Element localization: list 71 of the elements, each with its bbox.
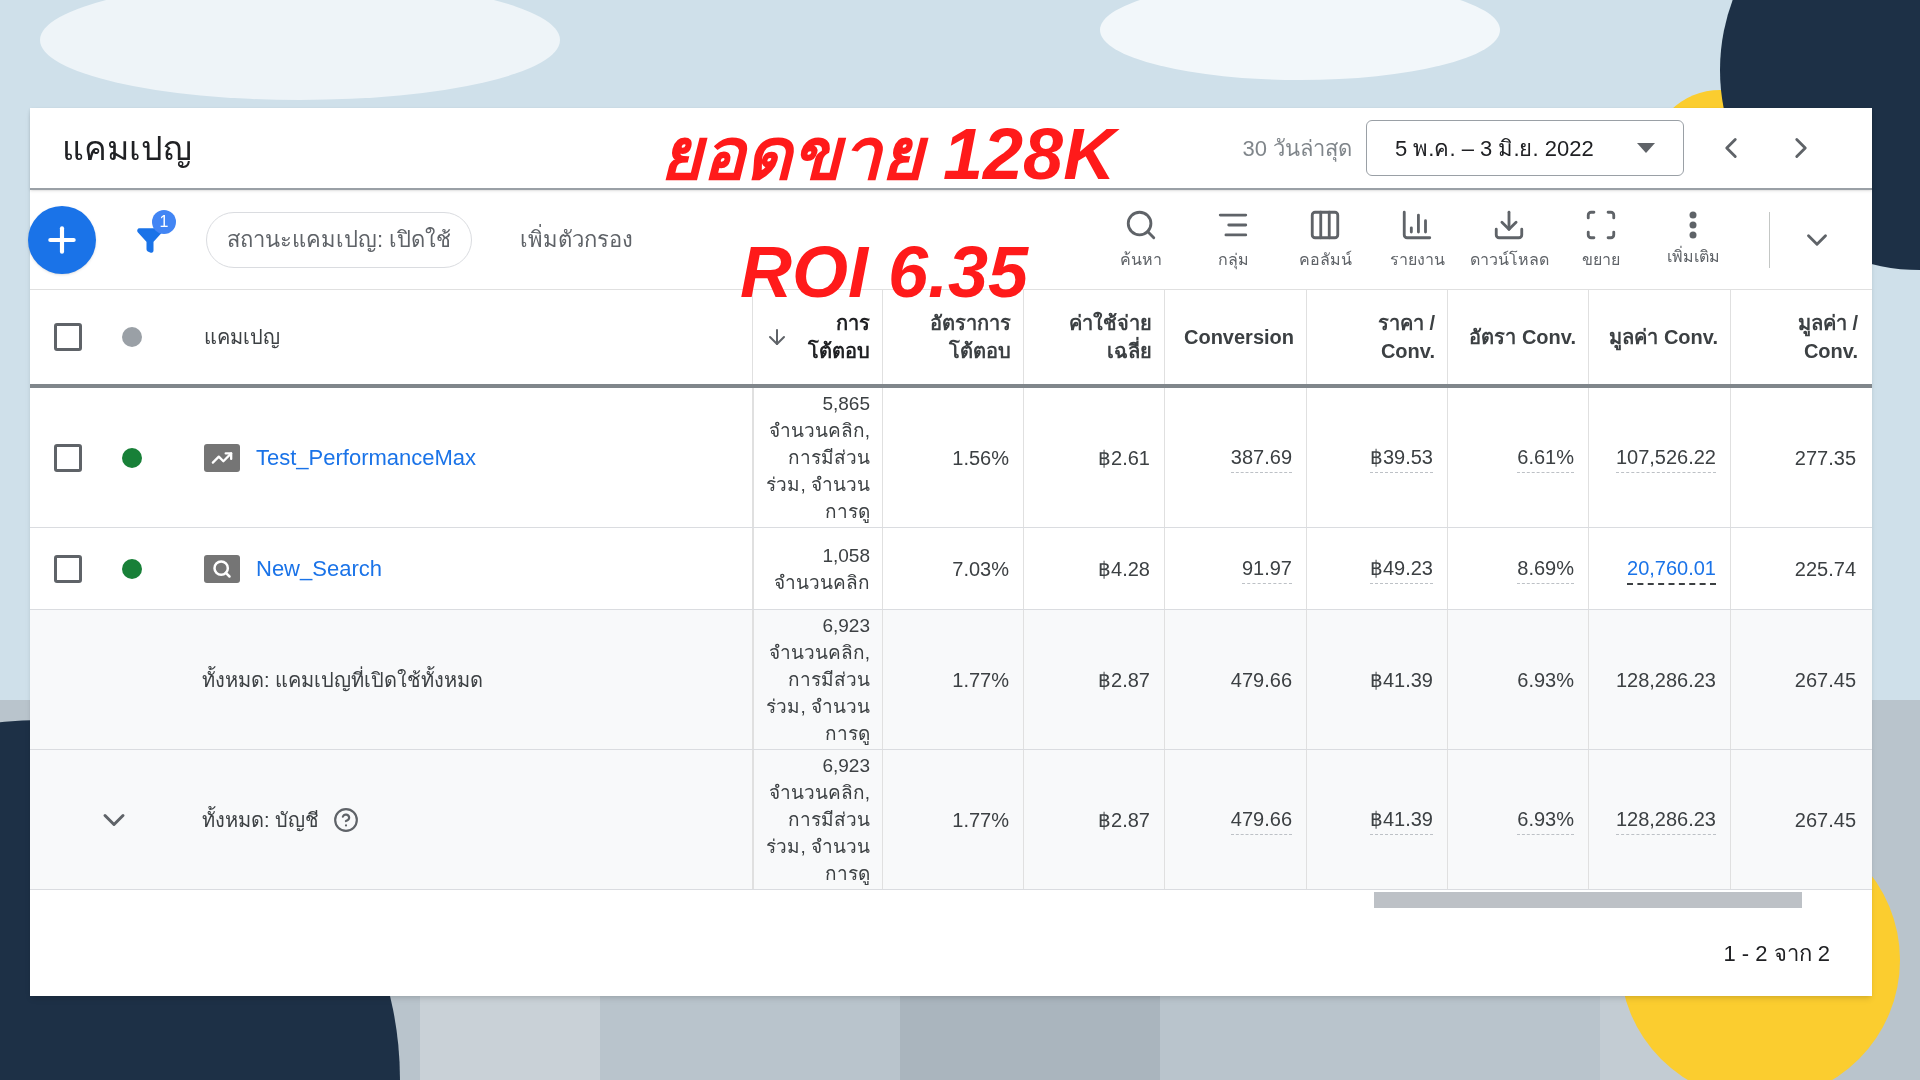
toolbar-button[interactable]: กลุ่ม — [1187, 207, 1279, 272]
column-header[interactable]: มูลค่า Conv. — [1609, 323, 1718, 351]
total-label: ทั้งหมด: บัญชี — [202, 805, 320, 834]
table-cell-text: 267.45 — [1794, 807, 1856, 833]
table-cell: 91.97 — [1241, 553, 1292, 584]
date-range-picker[interactable]: 5 พ.ค. – 3 มิ.ย. 2022 — [1366, 120, 1684, 176]
campaign-link[interactable]: Test_PerformanceMax — [256, 441, 477, 474]
date-range-label: 30 วันล่าสุด — [1242, 134, 1352, 164]
toolbar-button[interactable]: ขยาย — [1555, 207, 1647, 272]
table-cell-text: 1.56% — [952, 445, 1009, 471]
toolbar-button[interactable]: คอลัมน์ — [1279, 207, 1371, 272]
table-cell: 107,526.22 — [1615, 442, 1716, 473]
table-cell-text: 1.77% — [952, 667, 1009, 693]
table-cell: 8.69% — [1517, 553, 1574, 584]
campaign-link[interactable]: New_Search — [256, 552, 382, 585]
more-icon — [1689, 210, 1697, 239]
table-cell: 387.69 — [1230, 442, 1292, 473]
table-cell-text: ฿4.28 — [1098, 556, 1150, 582]
table-cell-text: 479.66 — [1230, 667, 1292, 693]
interaction-types: จำนวนคลิก, การมีส่วนร่วม, จำนวนการดู — [766, 781, 870, 887]
toolbar-button[interactable]: ดาวน์โหลด — [1463, 207, 1555, 272]
interactions-cell-text: 6,923 — [822, 614, 870, 638]
table-cell: 6.93% — [1517, 804, 1574, 835]
table-cell-text: ฿2.87 — [1098, 667, 1150, 693]
add-button[interactable] — [28, 205, 96, 274]
column-header[interactable]: การ โต้ตอบ — [797, 309, 870, 365]
checkbox[interactable] — [54, 554, 82, 583]
table-cell: 479.66 — [1230, 804, 1292, 835]
value-link[interactable]: 20,760.01 — [1627, 552, 1716, 585]
column-header[interactable]: อัตรา Conv. — [1469, 323, 1576, 351]
column-header[interactable]: ค่าใช้จ่าย เฉลี่ย — [1036, 309, 1152, 365]
toolbar-button[interactable]: เพิ่มเติม — [1647, 210, 1739, 269]
table-cell-text: 225.74 — [1794, 556, 1856, 582]
table-cell: 128,286.23 — [1615, 804, 1716, 835]
table-cell-text: ฿2.61 — [1098, 445, 1150, 471]
table-cell: ฿49.23 — [1369, 553, 1433, 584]
filter-count-badge: 1 — [152, 209, 176, 234]
interaction-types: จำนวนคลิก — [774, 570, 870, 595]
interactions-cell-text: 5,865 — [822, 392, 870, 416]
checkbox[interactable] — [54, 323, 82, 351]
table-cell-text: 128,286.23 — [1615, 667, 1716, 693]
checkbox[interactable] — [54, 443, 82, 472]
page-title: แคมเปญ — [62, 127, 192, 170]
table-cell: 6.61% — [1517, 442, 1574, 473]
help-icon[interactable] — [333, 806, 360, 833]
interaction-types: จำนวนคลิก, การมีส่วนร่วม, จำนวนการดู — [766, 419, 870, 525]
column-header[interactable]: ราคา / Conv. — [1319, 309, 1435, 365]
total-label: ทั้งหมด: แคมเปญที่เปิดใช้ทั้งหมด — [202, 665, 484, 694]
column-header[interactable]: แคมเปญ — [204, 322, 280, 352]
roi-annotation: ROI 6.35 — [740, 236, 1029, 308]
table-cell-text: 1.77% — [952, 807, 1009, 833]
interaction-types: จำนวนคลิก, การมีส่วนร่วม, จำนวนการดู — [766, 641, 870, 747]
interactions-cell-text: 1,058 — [822, 543, 870, 568]
table-cell-text: 267.45 — [1794, 667, 1856, 693]
table-cell: ฿41.39 — [1369, 804, 1433, 835]
toolbar-button[interactable]: ค้นหา — [1095, 207, 1187, 272]
scrollbar[interactable] — [1374, 892, 1802, 908]
column-header[interactable]: Conversion — [1183, 323, 1294, 351]
add-filter-button[interactable]: เพิ่มตัวกรอง — [520, 223, 634, 256]
interactions-cell-text: 6,923 — [822, 754, 870, 778]
table-cell-text: 277.35 — [1794, 445, 1856, 471]
table-cell-text: ฿41.39 — [1369, 667, 1433, 693]
table-cell: ฿39.53 — [1369, 442, 1433, 473]
column-header[interactable]: มูลค่า / Conv. — [1743, 309, 1858, 365]
column-header[interactable]: อัตราการ โต้ตอบ — [895, 309, 1011, 365]
table-cell-text: 7.03% — [952, 556, 1009, 582]
toolbar-button[interactable]: รายงาน — [1371, 207, 1463, 272]
dropdown-caret-icon — [1637, 143, 1655, 153]
pagination-text: 1 - 2 จาก 2 — [1723, 939, 1830, 968]
table-cell-text: 6.93% — [1517, 667, 1574, 693]
table-cell-text: ฿2.87 — [1098, 807, 1150, 833]
